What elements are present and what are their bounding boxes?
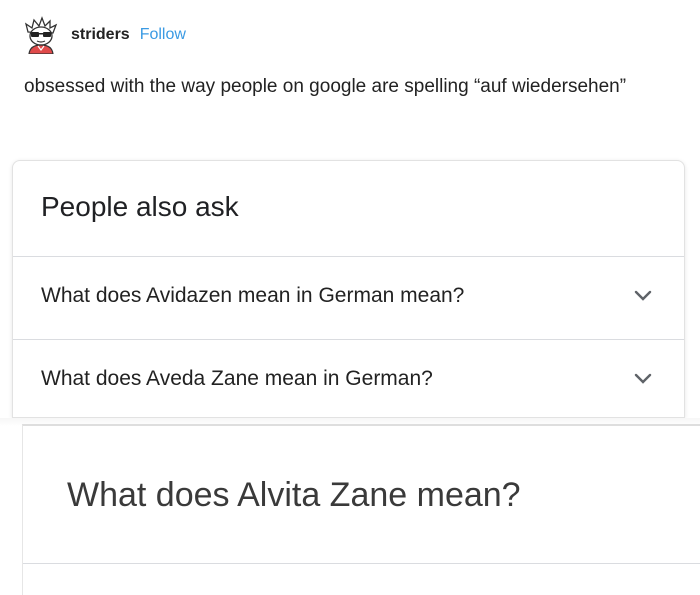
follow-button[interactable]: Follow <box>140 26 186 44</box>
post-text: obsessed with the way people on google a… <box>24 76 627 97</box>
cartoon-avatar-icon <box>24 16 58 55</box>
chevron-down-icon[interactable] <box>634 289 652 303</box>
result-heading: What does Alvita Zane mean? <box>67 476 521 514</box>
username[interactable]: striders <box>71 26 130 44</box>
chevron-down-icon[interactable] <box>634 372 652 386</box>
paa-question-text: What does Avidazen mean in German mean? <box>41 284 465 307</box>
card-title: People also ask <box>41 191 239 222</box>
divider <box>23 563 700 564</box>
paa-question-text: What does Aveda Zane mean in German? <box>41 367 433 390</box>
avatar[interactable] <box>22 16 60 55</box>
people-also-ask-card: People also ask What does Avidazen mean … <box>12 160 685 418</box>
tumblr-post: striders Follow obsessed with the way pe… <box>0 0 700 595</box>
search-result-card: What does Alvita Zane mean? <box>22 424 700 595</box>
paa-question-row[interactable]: What does Aveda Zane mean in German? <box>13 339 684 417</box>
post-header: striders Follow <box>22 14 186 56</box>
paa-question-row[interactable]: What does Avidazen mean in German mean? <box>13 256 684 338</box>
